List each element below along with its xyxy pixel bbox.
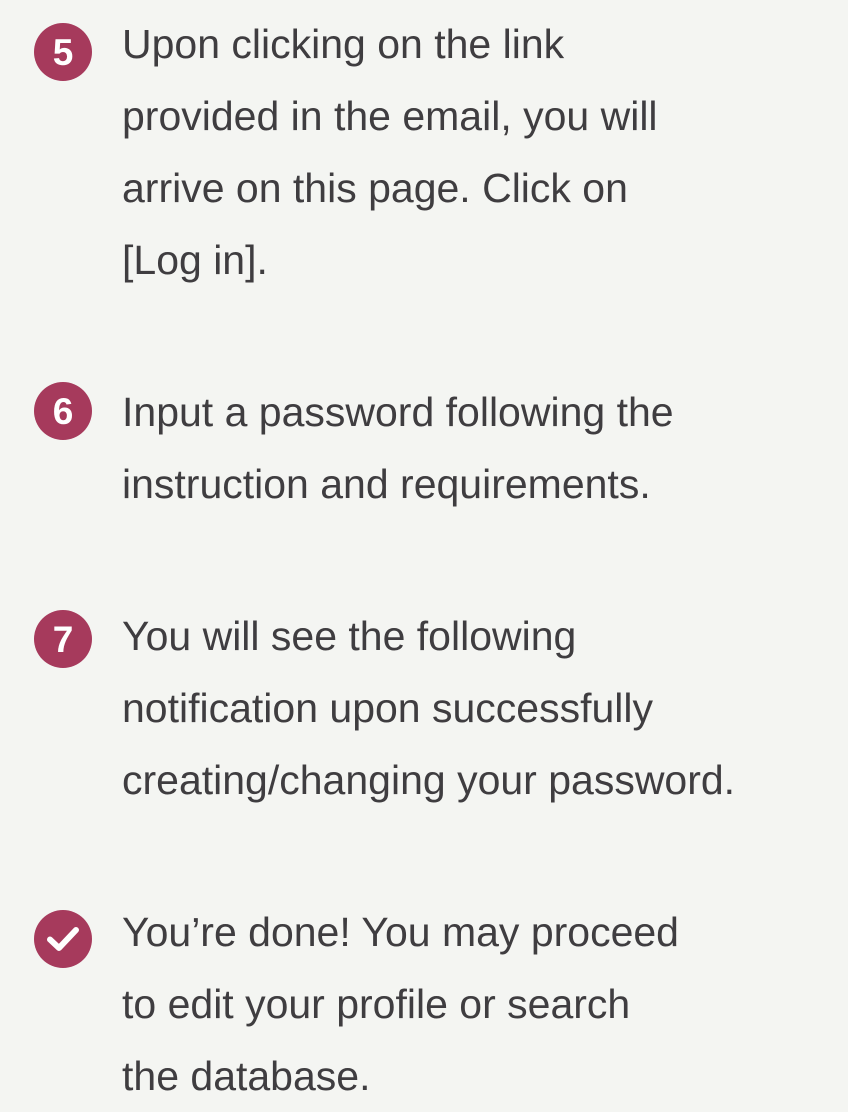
step-number-badge: 7 bbox=[34, 610, 92, 668]
step-instruction: Input a password following the instructi… bbox=[122, 389, 674, 507]
step-instruction: You’re done! You may proceed to edit you… bbox=[122, 909, 679, 1099]
step-number-badge: 6 bbox=[34, 382, 92, 440]
step-instruction: Upon clicking on the link provided in th… bbox=[122, 21, 658, 283]
instruction-steps: 5 Upon clicking on the link provided in … bbox=[0, 0, 848, 1099]
step-number-badge: 5 bbox=[34, 23, 92, 81]
step-instruction: You will see the following notification … bbox=[122, 613, 736, 803]
checkmark-icon bbox=[34, 910, 92, 968]
